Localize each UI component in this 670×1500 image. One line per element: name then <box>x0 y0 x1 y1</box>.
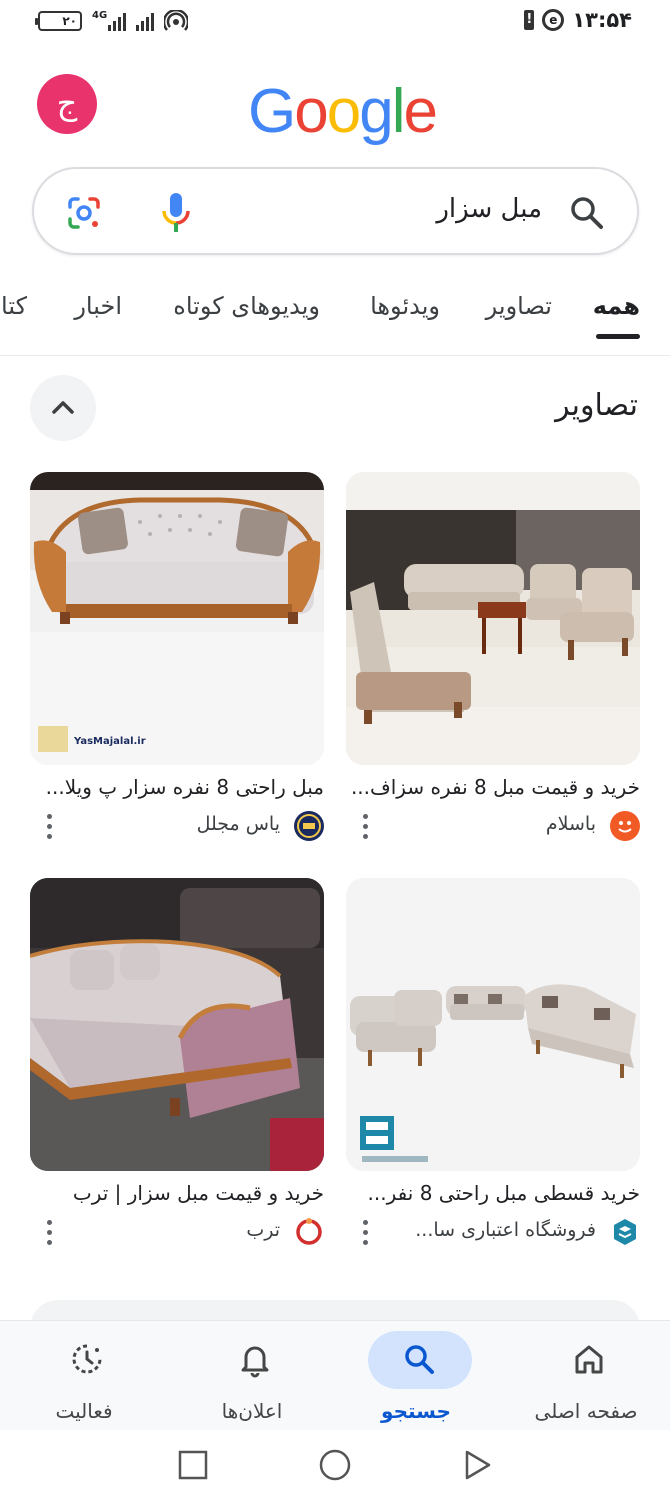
nav-label: فعالیت <box>55 1399 113 1423</box>
tab-books[interactable]: کتا <box>1 292 27 320</box>
sofa-set-image <box>346 472 640 765</box>
tab-all[interactable]: همه <box>593 292 640 320</box>
result-title[interactable]: مبل راحتی 8 نفره سزار پ ویلا... <box>30 775 324 803</box>
logo-letter: o <box>294 77 329 146</box>
google-logo: Google <box>248 76 438 147</box>
result-title[interactable]: خرید قسطی مبل راحتی 8 نفر... <box>346 1181 640 1209</box>
alert-icon: ! <box>524 10 535 30</box>
active-tab-indicator <box>596 334 640 339</box>
tab-short-videos[interactable]: ویدیوهای کوتاه <box>173 292 320 320</box>
nav-activity[interactable]: فعالیت <box>4 1321 164 1431</box>
clock: ۱۳:۵۴ <box>572 8 632 32</box>
bell-icon <box>241 1346 269 1378</box>
store-logo-icon <box>610 1217 640 1247</box>
result-source: یاس مجلل <box>30 809 324 843</box>
search-bar[interactable]: مبل سزار <box>32 167 639 255</box>
chevron-up-icon <box>52 401 74 414</box>
source-name: ترب <box>246 1219 280 1241</box>
result-image[interactable]: YasMajalal.ir <box>30 472 324 765</box>
source-name: فروشگاه اعتباری سا... <box>415 1219 596 1241</box>
image-result-card[interactable]: YasMajalal.ir مبل راحتی 8 نفره سزار پ وی… <box>30 472 324 843</box>
tab-news[interactable]: اخبار <box>74 292 122 320</box>
sofa-set-image <box>346 878 640 1171</box>
home-button-icon[interactable] <box>318 1448 352 1482</box>
cellular-signal-icon: 4G <box>92 10 127 31</box>
nav-notifications[interactable]: اعلان‌ها <box>172 1321 332 1431</box>
image-result-card[interactable]: خرید قسطی مبل راحتی 8 نفر... فروشگاه اعت… <box>346 878 640 1249</box>
search-icon[interactable] <box>567 193 607 233</box>
battery-icon: ۲۰ <box>35 11 82 31</box>
network-type-label: 4G <box>92 10 108 21</box>
source-name: باسلام <box>545 813 596 835</box>
activity-icon <box>72 1344 102 1374</box>
signal-bars-icon <box>136 11 155 31</box>
watermark-text: YasMajalal.ir <box>73 736 146 747</box>
search-icon <box>405 1345 434 1374</box>
app-notification-icon: e <box>542 9 565 31</box>
result-image[interactable] <box>346 472 640 765</box>
home-icon <box>575 1345 603 1374</box>
result-source: باسلام <box>346 809 640 843</box>
nav-label: اعلان‌ها <box>221 1399 283 1423</box>
sofa-image <box>30 878 324 1171</box>
yas-mojalal-logo-icon <box>294 811 324 841</box>
image-result-card[interactable]: خرید و قیمت مبل سزار | ترب ترب <box>30 878 324 1249</box>
result-title[interactable]: خرید و قیمت مبل 8 نفره سزاف... <box>346 775 640 803</box>
result-source: فروشگاه اعتباری سا... <box>346 1215 640 1249</box>
tab-videos[interactable]: ویدئوها <box>370 292 440 320</box>
search-tabs: همه تصاویر ویدئوها ویدیوهای کوتاه اخبار … <box>0 282 670 356</box>
nav-search[interactable]: جستجو <box>336 1321 496 1431</box>
basalam-logo-icon <box>610 811 640 841</box>
more-options-icon[interactable] <box>360 811 370 841</box>
hotspot-icon <box>164 10 189 31</box>
torob-logo-icon <box>294 1217 324 1247</box>
logo-letter: l <box>391 77 406 146</box>
image-result-card[interactable]: خرید و قیمت مبل 8 نفره سزاف... باسلام <box>346 472 640 843</box>
logo-letter: g <box>359 77 394 146</box>
recents-button-icon[interactable] <box>176 1448 210 1482</box>
result-source: ترب <box>30 1215 324 1249</box>
more-options-icon[interactable] <box>360 1217 370 1247</box>
status-icons-left: ۲۰ 4G <box>35 10 189 32</box>
sofa-image: YasMajalal.ir <box>30 472 324 765</box>
avatar[interactable]: ج <box>37 74 97 134</box>
tab-images[interactable]: تصاویر <box>486 292 552 320</box>
result-image[interactable] <box>30 878 324 1171</box>
back-button-icon[interactable] <box>460 1448 494 1482</box>
battery-level: ۲۰ <box>62 14 77 28</box>
logo-letter: G <box>248 77 296 146</box>
section-title: تصاویر <box>555 388 638 423</box>
result-title[interactable]: خرید و قیمت مبل سزار | ترب <box>30 1181 324 1209</box>
logo-letter: e <box>403 77 438 146</box>
system-navigation-bar <box>0 1430 670 1500</box>
result-image[interactable] <box>346 878 640 1171</box>
status-bar: ۲۰ 4G ! e ۱۳:۵۴ <box>0 0 670 44</box>
microphone-icon[interactable] <box>158 191 194 235</box>
source-name: یاس مجلل <box>196 813 280 835</box>
collapse-button[interactable] <box>30 375 96 441</box>
nav-label: جستجو <box>381 1399 451 1423</box>
logo-letter: o <box>326 77 362 146</box>
nav-home[interactable]: صفحه اصلی <box>506 1321 666 1431</box>
more-options-icon[interactable] <box>44 811 54 841</box>
google-lens-icon[interactable] <box>64 193 104 233</box>
nav-label: صفحه اصلی <box>534 1399 638 1423</box>
bottom-navigation: صفحه اصلی جستجو اعلان‌ها فعالیت <box>0 1320 670 1430</box>
status-icons-right: ! e ۱۳:۵۴ <box>524 8 632 32</box>
search-query[interactable]: مبل سزار <box>436 194 542 224</box>
more-options-icon[interactable] <box>44 1217 54 1247</box>
